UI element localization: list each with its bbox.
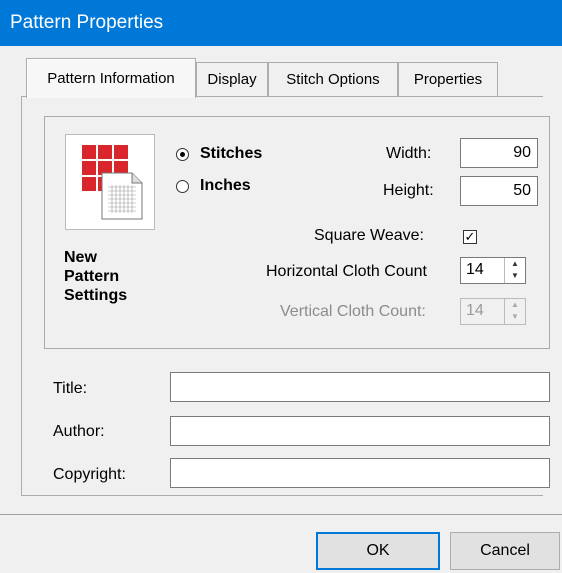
cancel-button[interactable]: Cancel (450, 532, 560, 570)
height-field[interactable]: 50 (460, 176, 538, 206)
settings-label-line: Pattern (64, 268, 120, 285)
spin-up-icon[interactable]: ▲ (505, 258, 525, 270)
inches-label: Inches (200, 177, 251, 194)
width-label: Width: (386, 145, 432, 162)
horizontal-count-spinner[interactable]: 14 ▲ ▼ (460, 257, 526, 284)
tab-pattern-information[interactable]: Pattern Information (26, 58, 196, 98)
horizontal-count-value: 14 (466, 261, 484, 278)
inches-radio[interactable] (176, 180, 189, 193)
copyright-field[interactable] (170, 458, 550, 488)
title-bar: Pattern Properties (0, 0, 562, 46)
horizontal-count-label: Horizontal Cloth Count (266, 263, 427, 280)
settings-group-label: New Pattern Settings (64, 248, 127, 305)
tab-label: Properties (413, 71, 483, 88)
author-field[interactable] (170, 416, 550, 446)
stitches-radio[interactable] (176, 148, 189, 161)
new-pattern-icon (65, 134, 155, 230)
tab-label: Display (207, 71, 257, 88)
tab-display[interactable]: Display (196, 62, 268, 96)
width-field[interactable]: 90 (460, 138, 538, 168)
footer-separator (0, 514, 562, 515)
tab-label: Stitch Options (286, 71, 380, 88)
spin-down-icon: ▼ (511, 312, 519, 321)
height-label: Height: (383, 182, 434, 199)
ok-button[interactable]: OK (316, 532, 440, 570)
author-label: Author: (53, 423, 105, 440)
copyright-label: Copyright: (53, 466, 126, 483)
tab-label: Pattern Information (47, 70, 175, 87)
spin-down-icon[interactable]: ▼ (505, 270, 525, 282)
settings-label-line: Settings (64, 287, 128, 304)
square-weave-checkbox[interactable]: ✓ (463, 230, 477, 244)
stitches-label: Stitches (200, 145, 263, 162)
spinner-buttons: ▲ ▼ (504, 299, 525, 324)
square-weave-label: Square Weave: (314, 227, 424, 244)
vertical-count-label: Vertical Cloth Count: (280, 303, 426, 320)
spinner-buttons: ▲ ▼ (504, 258, 525, 283)
window-title: Pattern Properties (10, 12, 164, 33)
title-field[interactable] (170, 372, 550, 402)
vertical-count-value: 14 (466, 302, 484, 319)
tab-stitch-options[interactable]: Stitch Options (268, 62, 398, 96)
vertical-count-spinner: 14 ▲ ▼ (460, 298, 526, 325)
settings-label-line: New (64, 249, 97, 266)
tab-properties[interactable]: Properties (398, 62, 498, 96)
spin-up-icon: ▲ (511, 300, 519, 309)
title-label: Title: (53, 380, 88, 397)
